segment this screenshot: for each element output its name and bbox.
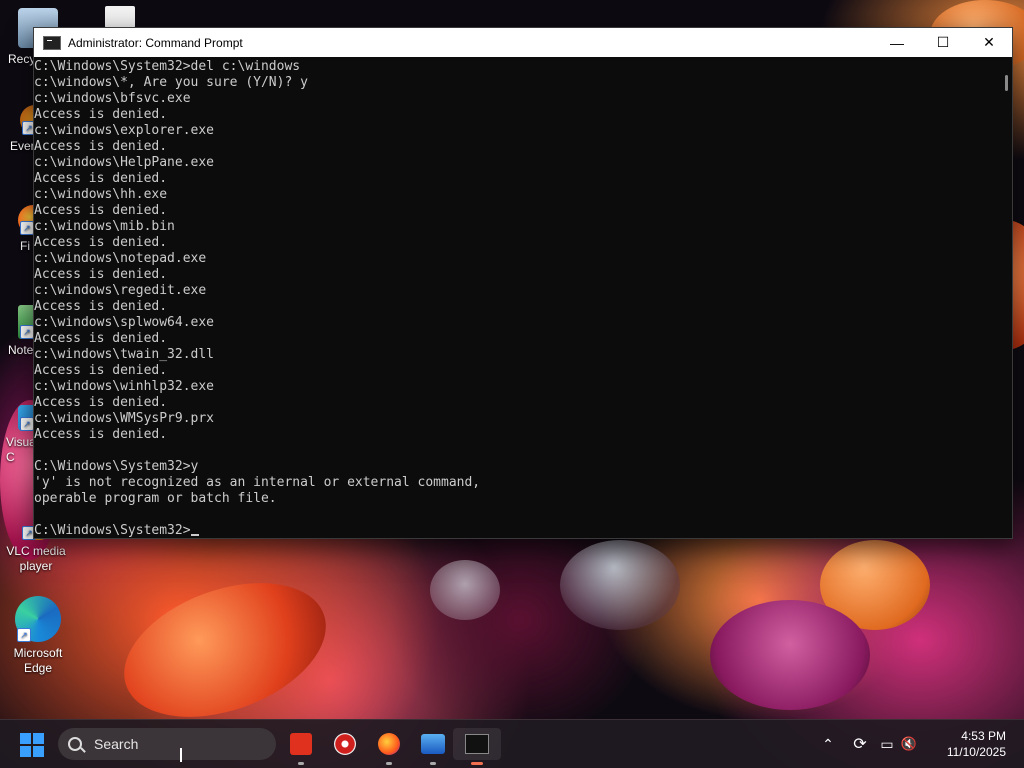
search-placeholder: Search [94, 736, 139, 752]
wallpaper-shape [560, 540, 680, 630]
maximize-button[interactable]: ☐ [920, 28, 966, 57]
console-line: Access is denied. [34, 427, 168, 442]
console-line: c:\windows\hh.exe [34, 187, 168, 202]
windows-logo-icon [33, 733, 44, 744]
console-line: c:\windows\winhlp32.exe [34, 379, 215, 394]
wallpaper-shape [105, 557, 345, 743]
taskbar-app-firefox[interactable] [373, 728, 405, 765]
volume-muted-icon[interactable]: 🔇 [898, 736, 920, 752]
desktop-icon-label: Microsoft Edge [13, 646, 63, 675]
wallpaper-shape [710, 600, 870, 710]
windows-logo-icon [20, 746, 31, 757]
console-line: Access is denied. [34, 235, 168, 250]
chevron-up-icon[interactable]: ⌃ [820, 736, 836, 753]
terminal-icon [465, 734, 489, 754]
console-line: C:\Windows\System32>y [34, 459, 199, 474]
shortcut-arrow-icon: ↗ [20, 221, 34, 235]
running-indicator [298, 762, 304, 765]
taskbar: Search ⌃ ⟳ ▭ 🔇 4:53 PM 11/10/2025 [0, 719, 1024, 768]
console-line: C:\Windows\System32>del c:\windows [34, 59, 301, 74]
clock[interactable]: 4:53 PM 11/10/2025 [947, 728, 1006, 760]
shortcut-arrow-icon: ↗ [17, 628, 31, 642]
firefox-icon [378, 733, 400, 755]
close-button[interactable]: ✕ [966, 28, 1012, 57]
console-line: 'y' is not recognized as an internal or … [34, 475, 481, 490]
console-line: operable program or batch file. [34, 491, 277, 506]
console-line: c:\windows\HelpPane.exe [34, 155, 215, 170]
command-prompt-window[interactable]: Administrator: Command Prompt — ☐ ✕ C:\W… [33, 27, 1013, 539]
anydesk-icon [290, 733, 312, 755]
taskbar-app[interactable] [329, 728, 361, 760]
wallpaper-shape [430, 560, 500, 620]
taskbar-app-photos[interactable] [417, 728, 449, 765]
cmd-icon [43, 35, 61, 50]
console-line: Access is denied. [34, 299, 168, 314]
network-icon[interactable]: ▭ [876, 736, 898, 753]
system-tray: ⌃ ⟳ ▭ 🔇 [820, 720, 920, 768]
console-line: C:\Windows\System32> [34, 523, 998, 538]
edge-icon: ↗ [15, 596, 61, 642]
console-line: c:\windows\twain_32.dll [34, 347, 215, 362]
console-line: Access is denied. [34, 139, 168, 154]
console-line: Access is denied. [34, 203, 168, 218]
console-line: Access is denied. [34, 363, 168, 378]
photos-icon [421, 734, 445, 754]
search-box[interactable]: Search [58, 728, 276, 760]
scrollbar[interactable] [998, 57, 1012, 538]
running-indicator [386, 762, 392, 765]
window-title: Administrator: Command Prompt [68, 35, 243, 50]
console-output[interactable]: C:\Windows\System32>del c:\windows c:\win… [34, 57, 998, 538]
console-line: c:\windows\mib.bin [34, 219, 175, 234]
minimize-button[interactable]: — [874, 28, 920, 57]
console-line: c:\windows\bfsvc.exe [34, 91, 191, 106]
search-icon [68, 737, 82, 751]
windows-logo-icon [20, 733, 31, 744]
clock-date: 11/10/2025 [946, 745, 1006, 759]
taskbar-app-anydesk[interactable] [285, 728, 317, 765]
text-cursor [190, 534, 199, 536]
console-line: Access is denied. [34, 331, 168, 346]
console-line: Access is denied. [34, 107, 168, 122]
console-line: Access is denied. [34, 171, 168, 186]
app-icon [334, 733, 356, 755]
clock-time: 4:53 PM [961, 729, 1006, 743]
console-line: c:\windows\notepad.exe [34, 251, 207, 266]
scrollbar-thumb[interactable] [1005, 75, 1008, 91]
console-line: c:\windows\regedit.exe [34, 283, 207, 298]
console-line: c:\windows\WMSysPr9.prx [34, 411, 215, 426]
windows-logo-icon [33, 746, 44, 757]
file-icon [105, 6, 135, 28]
start-button[interactable] [20, 733, 44, 757]
console-line: c:\windows\splwow64.exe [34, 315, 215, 330]
taskbar-app-terminal[interactable] [453, 728, 501, 765]
shortcut-arrow-icon: ↗ [20, 325, 34, 339]
desktop-icon-edge[interactable]: ↗ Microsoft Edge [8, 596, 68, 676]
console-line: Access is denied. [34, 395, 168, 410]
title-bar[interactable]: Administrator: Command Prompt — ☐ ✕ [34, 28, 1012, 57]
shortcut-arrow-icon: ↗ [20, 417, 34, 431]
console-line: c:\windows\explorer.exe [34, 123, 215, 138]
running-indicator [430, 762, 436, 765]
mouse-cursor [180, 748, 182, 762]
active-indicator [471, 762, 483, 765]
desktop-icon-label: VLC media player [6, 544, 66, 573]
sync-icon[interactable]: ⟳ [844, 734, 876, 754]
console-line: Access is denied. [34, 267, 168, 282]
console-line: c:\windows\*, Are you sure (Y/N)? y [34, 75, 308, 90]
